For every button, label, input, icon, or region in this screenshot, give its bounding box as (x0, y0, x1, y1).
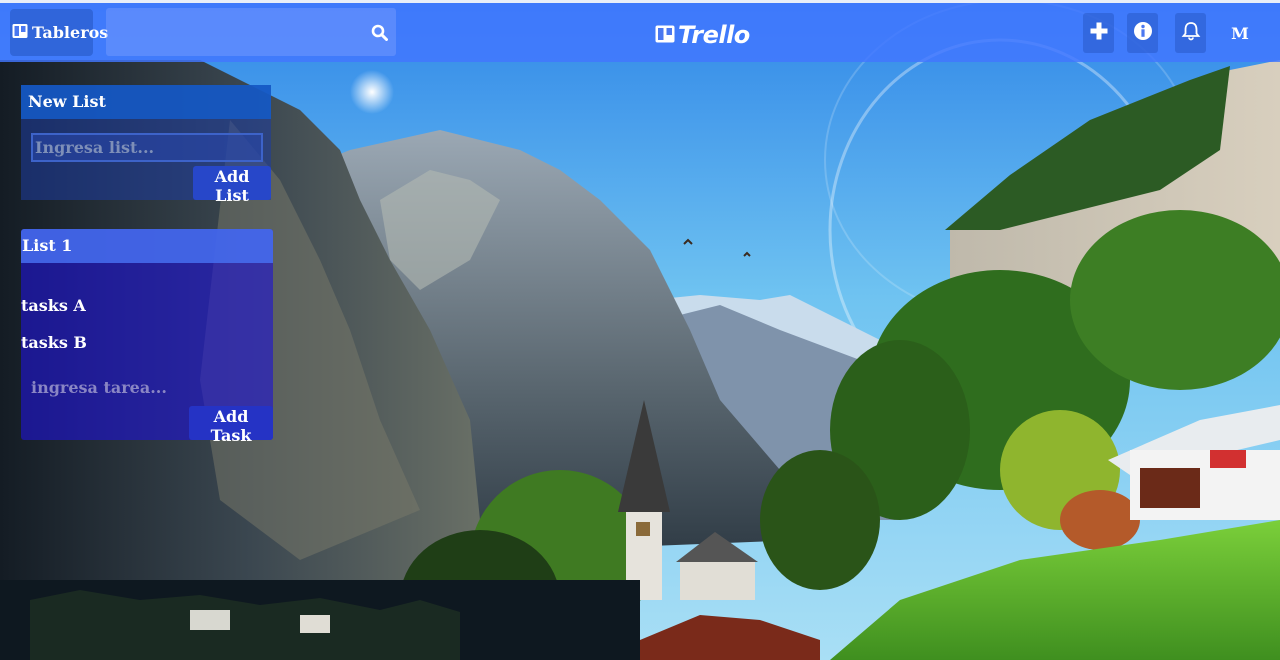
board-icon (12, 23, 28, 43)
info-button[interactable] (1127, 13, 1158, 53)
app-logo[interactable]: Trello (655, 21, 750, 49)
search-input[interactable] (106, 8, 356, 56)
list-card: List 1 tasks A tasks B Add Task (21, 229, 273, 445)
search-box[interactable] (106, 8, 396, 56)
notifications-button[interactable] (1175, 13, 1206, 53)
top-navbar: Tableros Trello M (0, 3, 1280, 62)
avatar[interactable]: M (1224, 13, 1256, 53)
info-icon (1133, 21, 1153, 45)
task-input[interactable] (27, 372, 245, 402)
list-name-input[interactable] (31, 133, 263, 162)
logo-text: Trello (678, 21, 750, 49)
task-item[interactable]: tasks B (21, 333, 87, 352)
search-icon[interactable] (371, 24, 388, 41)
add-icon (1089, 21, 1109, 45)
boards-button[interactable]: Tableros (10, 9, 108, 56)
trello-board-icon (655, 21, 675, 49)
add-task-button[interactable]: Add Task (189, 406, 273, 445)
bell-icon (1181, 21, 1201, 45)
add-button[interactable] (1083, 13, 1114, 53)
boards-label: Tableros (32, 23, 109, 42)
new-list-title: New List (21, 85, 271, 119)
list-title[interactable]: List 1 (21, 229, 273, 263)
new-list-panel: New List Add List (21, 85, 271, 205)
add-list-button[interactable]: Add List (193, 166, 271, 205)
task-item[interactable]: tasks A (21, 296, 86, 315)
